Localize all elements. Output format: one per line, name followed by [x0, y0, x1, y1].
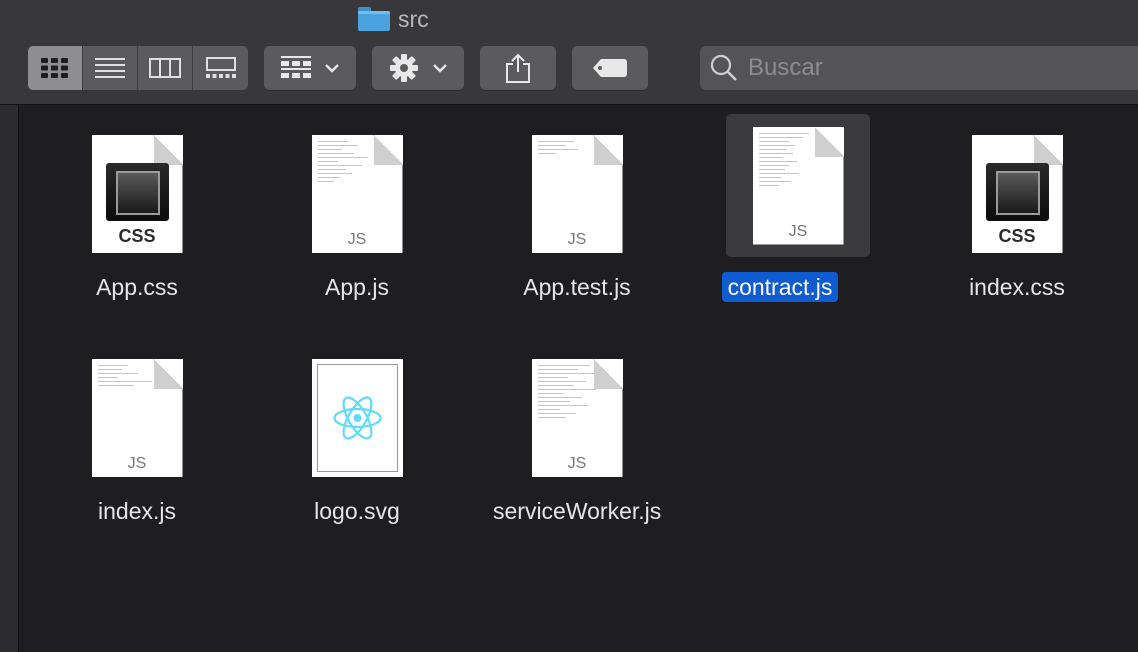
view-mode-segmented-control [28, 46, 248, 90]
icon-view-button[interactable] [28, 46, 83, 90]
js-file-icon: JS [531, 135, 623, 253]
file-thumbnail: CSS [927, 124, 1107, 264]
toolbar: src [0, 0, 1138, 105]
search-input[interactable] [746, 53, 1130, 83]
sidebar-edge [0, 105, 19, 652]
js-file-icon: JS [91, 359, 183, 477]
gallery-view-icon [205, 57, 236, 78]
file-thumbnail: CSS [47, 124, 227, 264]
gear-icon [390, 54, 418, 82]
search-field[interactable] [700, 46, 1138, 90]
file-thumbnail [267, 348, 447, 488]
file-name: serviceWorker.js [493, 498, 662, 524]
group-by-button[interactable] [264, 46, 356, 90]
share-icon [506, 53, 530, 83]
file-name: App.css [96, 274, 178, 300]
chevron-down-icon [433, 63, 447, 73]
gallery-view-button[interactable] [193, 46, 248, 90]
window-title: src [358, 4, 429, 34]
svg-file-icon [311, 359, 403, 477]
js-file-icon: JS [531, 359, 623, 477]
folder-icon [358, 7, 390, 31]
file-name: logo.svg [314, 498, 400, 524]
list-view-button[interactable] [83, 46, 138, 90]
file-name: index.css [969, 274, 1065, 300]
share-button[interactable] [480, 46, 556, 90]
js-file-icon: JS [311, 135, 403, 253]
file-thumbnail: JS [487, 348, 667, 488]
list-view-icon [95, 58, 125, 78]
group-by-icon [281, 56, 311, 78]
tag-icon [593, 59, 627, 77]
search-icon [710, 54, 737, 81]
file-name: index.js [98, 498, 176, 524]
file-name-selected: contract.js [690, 272, 870, 302]
file-name: App.test.js [523, 274, 631, 300]
file-thumbnail: JS [47, 348, 227, 488]
tags-button[interactable] [572, 46, 648, 90]
icon-view-icon [41, 58, 68, 78]
css-file-icon: CSS [91, 135, 183, 253]
action-menu-button[interactable] [372, 46, 464, 90]
file-thumbnail: JS [267, 124, 447, 264]
react-logo-icon [332, 396, 382, 440]
file-thumbnail-selected: JS [726, 114, 870, 257]
file-thumbnail: JS [487, 124, 667, 264]
file-name: App.js [325, 274, 389, 300]
js-file-icon: JS [752, 126, 844, 245]
column-view-icon [149, 58, 181, 78]
window-title-text: src [398, 5, 429, 32]
column-view-button[interactable] [138, 46, 193, 90]
css-file-icon: CSS [971, 135, 1063, 253]
chevron-down-icon [325, 63, 339, 73]
